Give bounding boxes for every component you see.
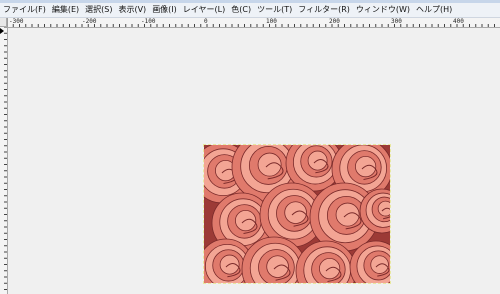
menu-select[interactable]: 選択(S)	[82, 3, 115, 17]
ruler-label: 100	[266, 18, 277, 25]
ruler-pointer-icon	[0, 28, 4, 34]
ruler-label: 200	[329, 18, 340, 25]
menu-edit[interactable]: 編集(E)	[49, 3, 82, 17]
menu-bar: ファイル(F) 編集(E) 選択(S) 表示(V) 画像(I) レイヤー(L) …	[0, 3, 500, 18]
menu-help[interactable]: ヘルプ(H)	[413, 3, 455, 17]
horizontal-ruler[interactable]: -300 -200 -100 0 100 200 300 400	[7, 18, 500, 28]
roses-icon	[204, 145, 390, 283]
ruler-label: -100	[141, 18, 156, 25]
image-canvas[interactable]	[8, 28, 500, 294]
menu-layer[interactable]: レイヤー(L)	[180, 3, 228, 17]
menu-view[interactable]: 表示(V)	[115, 3, 149, 17]
rose-photo-image	[204, 145, 390, 283]
vertical-ruler[interactable]	[0, 27, 8, 294]
menu-image[interactable]: 画像(I)	[149, 3, 180, 17]
menu-colors[interactable]: 色(C)	[228, 3, 254, 17]
ruler-label: 0	[204, 18, 208, 25]
ruler-corner[interactable]	[0, 18, 7, 27]
menu-windows[interactable]: ウィンドウ(W)	[353, 3, 413, 17]
menu-tools[interactable]: ツール(T)	[254, 3, 295, 17]
ruler-label: 400	[453, 18, 464, 25]
vertical-ruler-ticks	[4, 27, 7, 290]
menu-file[interactable]: ファイル(F)	[0, 3, 49, 17]
ruler-label: -200	[82, 18, 97, 25]
menu-filters[interactable]: フィルター(R)	[295, 3, 353, 17]
ruler-label: -300	[9, 18, 24, 25]
ruler-label: 300	[391, 18, 402, 25]
